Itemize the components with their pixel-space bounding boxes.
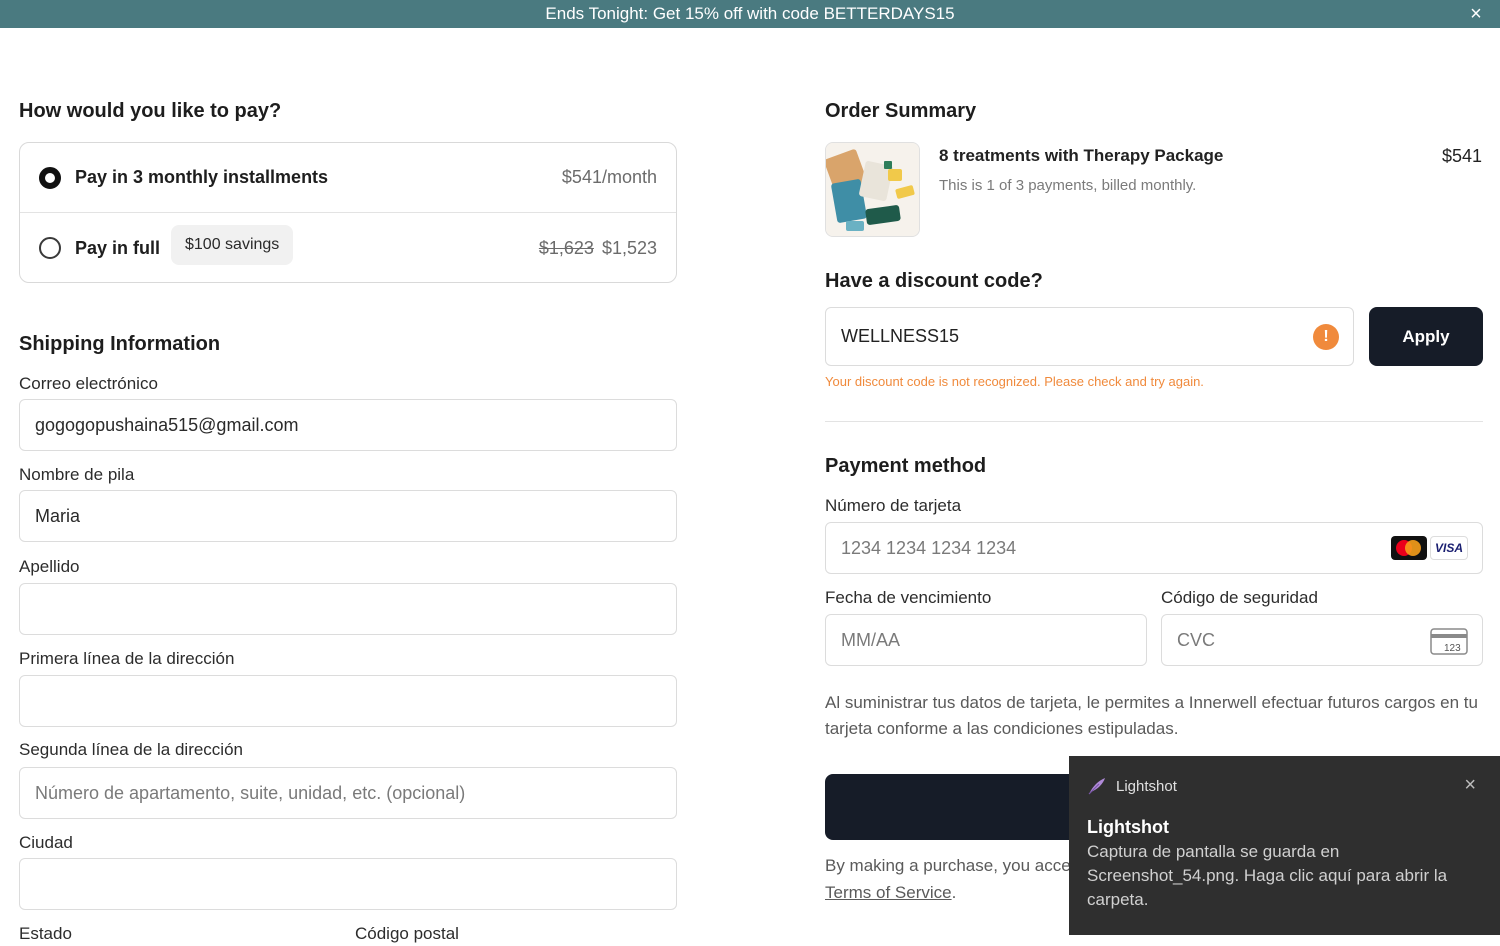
- lightshot-notification[interactable]: Lightshot × Lightshot Captura de pantall…: [1069, 756, 1500, 935]
- last-name-field[interactable]: [19, 583, 677, 635]
- installments-label: Pay in 3 monthly installments: [75, 167, 329, 187]
- installments-price: $541/month: [561, 167, 657, 187]
- email-value: gogogopushaina515@gmail.com: [35, 414, 299, 435]
- address2-label: Segunda línea de la dirección: [19, 740, 243, 759]
- pay-in-full-price: $1,623 $1,523: [539, 238, 657, 259]
- order-summary-heading: Order Summary: [825, 100, 977, 122]
- discount-code-input[interactable]: WELLNESS15 !: [825, 307, 1354, 366]
- toast-body: Captura de pantalla se guarda en Screens…: [1087, 842, 1448, 909]
- payment-options-heading: How would you like to pay?: [19, 100, 282, 122]
- city-field[interactable]: [19, 858, 677, 910]
- product-price: $541: [1441, 146, 1482, 166]
- payment-options-box: Pay in 3 monthly installments $541/month…: [19, 142, 677, 283]
- new-price: $1,523: [601, 237, 657, 258]
- mastercard-icon: [1391, 536, 1427, 560]
- apply-button[interactable]: Apply: [1369, 307, 1483, 366]
- product-image-art: [826, 143, 919, 236]
- card-number-input[interactable]: 1234 1234 1234 1234 VISA: [825, 522, 1483, 574]
- product-subtitle: This is 1 of 3 payments, billed monthly.: [939, 177, 1197, 194]
- discount-heading: Have a discount code?: [825, 270, 1043, 292]
- toast-title: Lightshot: [1087, 817, 1169, 837]
- option-pay-in-full[interactable]: Pay in full $100 savings $1,623 $1,523: [20, 213, 676, 283]
- option-installments[interactable]: Pay in 3 monthly installments $541/month: [20, 143, 676, 213]
- discount-error: Your discount code is not recognized. Pl…: [825, 374, 1204, 389]
- promo-banner-text: Ends Tonight: Get 15% off with code BETT…: [545, 4, 955, 23]
- first-name-field[interactable]: Maria: [19, 490, 677, 542]
- promo-banner: Ends Tonight: Get 15% off with code BETT…: [0, 0, 1500, 28]
- savings-badge: $100 savings: [171, 225, 294, 265]
- legal-suffix: .: [951, 883, 957, 902]
- cvc-placeholder: CVC: [1177, 629, 1216, 650]
- installments-radio[interactable]: [39, 166, 61, 189]
- shipping-heading: Shipping Information: [19, 333, 221, 355]
- cvc-input[interactable]: CVC 123: [1161, 614, 1483, 666]
- payment-method-heading: Payment method: [825, 455, 987, 477]
- address2-field[interactable]: Número de apartamento, suite, unidad, et…: [19, 767, 677, 819]
- toast-app-name: Lightshot: [1116, 778, 1177, 795]
- cvc-card-icon: 123: [1430, 628, 1468, 655]
- product-title: 8 treatments with Therapy Package: [939, 146, 1224, 165]
- state-label: Estado: [19, 924, 72, 943]
- pay-in-full-label: Pay in full: [75, 237, 161, 258]
- product-image: [825, 142, 920, 237]
- cvc-label: Código de seguridad: [1161, 588, 1318, 607]
- card-number-placeholder: 1234 1234 1234 1234: [841, 537, 1017, 558]
- close-icon[interactable]: ×: [1464, 774, 1476, 797]
- zip-label: Código postal: [355, 924, 459, 943]
- last-name-label: Apellido: [19, 557, 80, 576]
- close-icon[interactable]: ×: [1466, 3, 1486, 25]
- address1-label: Primera línea de la dirección: [19, 649, 235, 668]
- first-name-value: Maria: [35, 505, 81, 526]
- warning-icon: !: [1313, 324, 1339, 350]
- cvc-icon-text: 123: [1444, 643, 1461, 654]
- first-name-label: Nombre de pila: [19, 465, 135, 484]
- city-label: Ciudad: [19, 833, 73, 852]
- card-disclaimer: Al suministrar tus datos de tarjeta, le …: [825, 693, 1478, 738]
- legal-prefix: By making a purchase, you acce: [825, 856, 1071, 875]
- visa-icon: VISA: [1430, 536, 1468, 560]
- expiry-label: Fecha de vencimiento: [825, 588, 992, 607]
- address1-field[interactable]: [19, 675, 677, 727]
- email-label: Correo electrónico: [19, 374, 158, 393]
- terms-of-service-link[interactable]: Terms of Service: [825, 883, 952, 902]
- expiry-input[interactable]: MM/AA: [825, 614, 1147, 666]
- card-number-label: Número de tarjeta: [825, 496, 962, 515]
- email-field[interactable]: gogogopushaina515@gmail.com: [19, 399, 677, 451]
- discount-code-value: WELLNESS15: [841, 326, 960, 346]
- old-price: $1,623: [538, 237, 594, 258]
- address2-placeholder: Número de apartamento, suite, unidad, et…: [35, 782, 466, 803]
- expiry-placeholder: MM/AA: [841, 629, 901, 650]
- pay-in-full-radio[interactable]: [39, 237, 61, 259]
- divider: [825, 421, 1483, 422]
- feather-icon: [1088, 778, 1105, 795]
